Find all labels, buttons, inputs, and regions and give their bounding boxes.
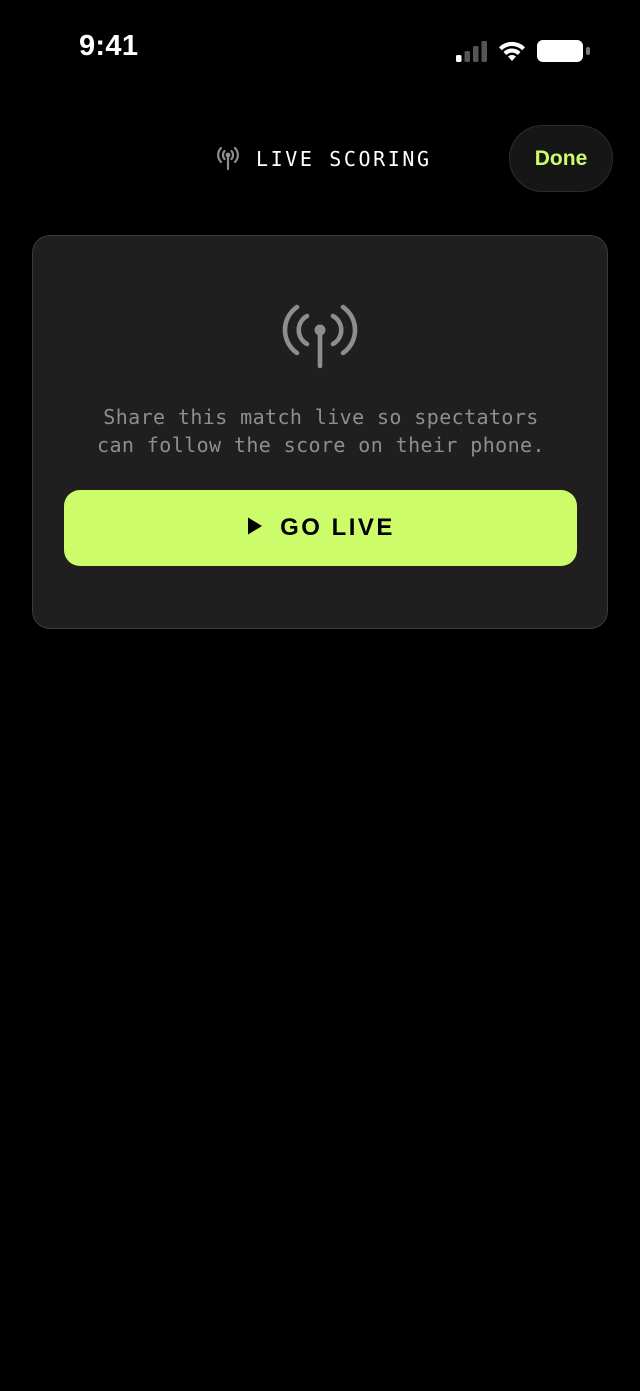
description-line: can follow the score on their phone.: [97, 432, 545, 457]
cellular-signal-icon: [456, 40, 488, 62]
status-bar: 9:41: [0, 0, 640, 100]
status-icons: [456, 38, 592, 64]
status-time: 9:41: [79, 30, 139, 62]
broadcast-icon: [212, 143, 244, 176]
page-title-text: LIVE SCORING: [256, 147, 432, 171]
play-icon: [246, 516, 264, 541]
broadcast-icon: [282, 302, 358, 375]
battery-icon: [536, 39, 592, 63]
go-live-button[interactable]: GO LIVE: [64, 490, 577, 566]
wifi-icon: [498, 40, 526, 62]
live-scoring-card: Share this match live so spectators can …: [32, 235, 608, 629]
page-title: LIVE SCORING: [212, 144, 432, 174]
go-live-label: GO LIVE: [280, 514, 395, 541]
description-line: Share this match live so spectators: [103, 405, 539, 429]
card-description: Share this match live so spectators can …: [33, 404, 609, 459]
done-button[interactable]: Done: [509, 125, 613, 192]
